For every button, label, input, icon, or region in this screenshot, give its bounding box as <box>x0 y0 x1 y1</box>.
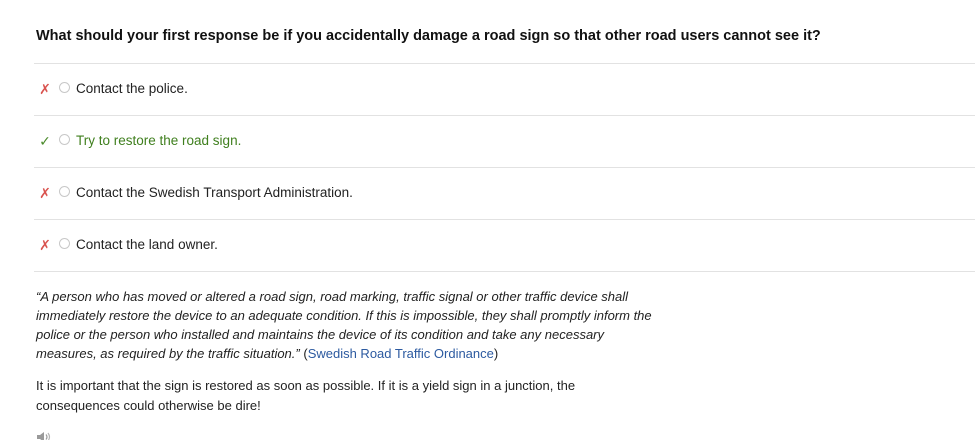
answer-option[interactable]: ✗ Contact the land owner. <box>34 219 975 272</box>
wrong-mark-icon: ✗ <box>39 81 51 97</box>
quiz-page: What should your first response be if yo… <box>0 0 975 440</box>
answer-option[interactable]: ✗ Contact the Swedish Transport Administ… <box>34 167 975 219</box>
explanation-text: “A person who has moved or altered a roa… <box>36 287 656 363</box>
open-paren: ( <box>299 346 308 361</box>
answer-options: ✗ Contact the police. ✓ Try to restore t… <box>34 63 975 272</box>
source-link[interactable]: Swedish Road Traffic Ordinance <box>308 346 494 361</box>
question-text: What should your first response be if yo… <box>36 28 821 44</box>
note-text: It is important that the sign is restore… <box>36 378 576 413</box>
radio-button[interactable] <box>59 82 70 93</box>
wrong-mark-icon: ✗ <box>39 185 51 201</box>
speaker-icon[interactable] <box>36 430 54 440</box>
close-paren: ) <box>493 346 499 361</box>
wrong-mark-icon: ✗ <box>39 237 51 253</box>
answer-label[interactable]: Try to restore the road sign. <box>76 133 241 148</box>
answer-option[interactable]: ✗ Contact the police. <box>34 63 975 115</box>
answer-label[interactable]: Contact the land owner. <box>76 237 218 252</box>
radio-button[interactable] <box>59 238 70 249</box>
radio-button[interactable] <box>59 186 70 197</box>
answer-label[interactable]: Contact the Swedish Transport Administra… <box>76 185 353 200</box>
correct-mark-icon: ✓ <box>39 133 51 149</box>
radio-button[interactable] <box>59 134 70 145</box>
answer-label[interactable]: Contact the police. <box>76 81 188 96</box>
answer-option[interactable]: ✓ Try to restore the road sign. <box>34 115 975 167</box>
